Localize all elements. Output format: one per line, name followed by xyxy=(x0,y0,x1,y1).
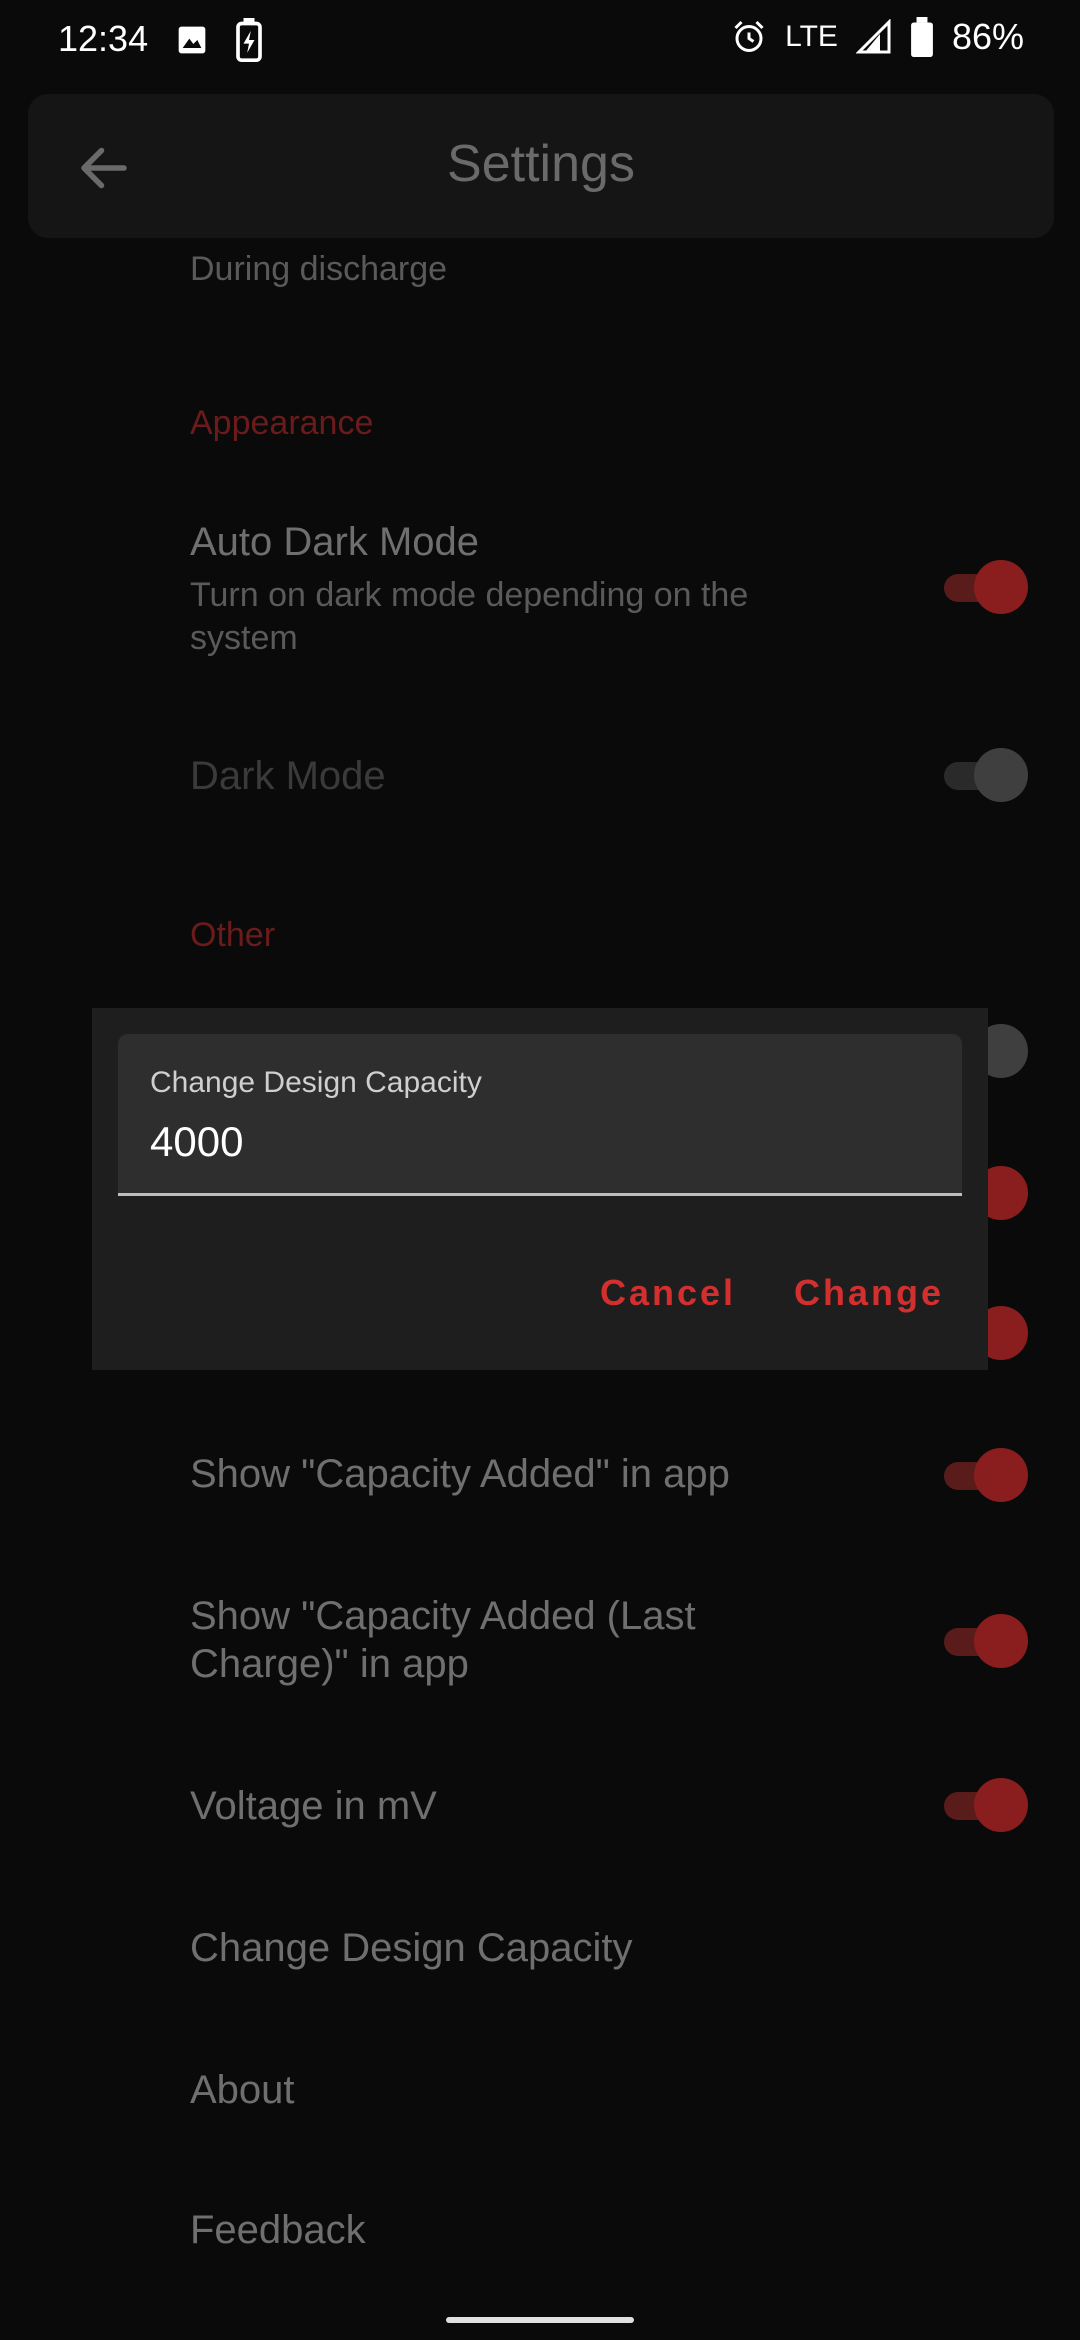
design-capacity-label: Change Design Capacity xyxy=(150,1066,482,1099)
dark-mode-toggle xyxy=(944,746,1028,802)
capacity-added-title[interactable]: Show "Capacity Added" in app xyxy=(190,1450,730,1498)
appearance-header: Appearance xyxy=(190,404,374,442)
voltage-mv-title[interactable]: Voltage in mV xyxy=(190,1782,437,1830)
voltage-mv-toggle[interactable] xyxy=(944,1776,1028,1832)
change-design-capacity-item[interactable]: Change Design Capacity xyxy=(190,1924,632,1972)
capacity-added-last-title-2[interactable]: Charge)" in app xyxy=(190,1640,469,1688)
auto-dark-mode-summary-1: Turn on dark mode depending on the xyxy=(190,576,749,614)
auto-dark-mode-title[interactable]: Auto Dark Mode xyxy=(190,518,479,566)
change-button[interactable]: Change xyxy=(794,1272,944,1314)
during-discharge-text: During discharge xyxy=(190,250,448,288)
about-item[interactable]: About xyxy=(190,2066,295,2114)
home-indicator[interactable] xyxy=(446,2317,634,2323)
other-header: Other xyxy=(190,916,276,954)
design-capacity-input[interactable]: 4000 xyxy=(150,1118,243,1166)
auto-dark-mode-summary-2: system xyxy=(190,619,298,657)
cancel-button[interactable]: Cancel xyxy=(600,1272,736,1314)
dark-mode-title: Dark Mode xyxy=(190,754,386,798)
design-capacity-field[interactable]: Change Design Capacity 4000 xyxy=(118,1034,962,1196)
capacity-added-last-title-1[interactable]: Show "Capacity Added (Last xyxy=(190,1592,696,1640)
feedback-item[interactable]: Feedback xyxy=(190,2206,366,2254)
change-capacity-dialog: Change Design Capacity 4000 Cancel Chang… xyxy=(92,1008,988,1370)
capacity-added-last-toggle[interactable] xyxy=(944,1612,1028,1668)
auto-dark-mode-toggle[interactable] xyxy=(944,558,1028,614)
capacity-added-toggle[interactable] xyxy=(944,1446,1028,1502)
